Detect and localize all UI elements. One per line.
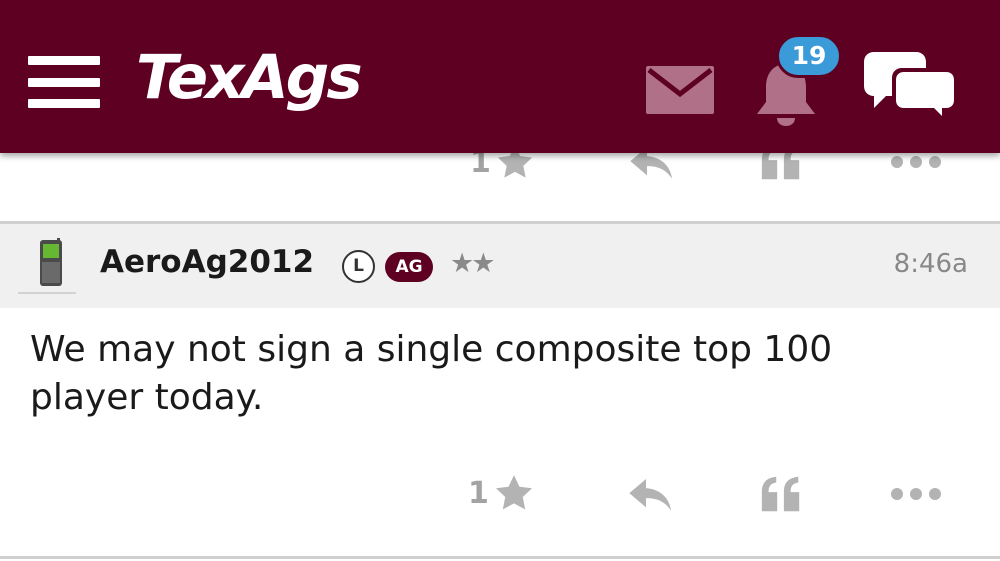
post-timestamp: 8:46a	[893, 249, 968, 279]
more-icon	[891, 488, 941, 500]
reply-icon	[629, 479, 671, 511]
post-divider	[0, 556, 1000, 559]
post-quote-button[interactable]	[758, 474, 804, 514]
hamburger-icon-line	[28, 56, 100, 65]
star-count: 1	[468, 475, 489, 511]
post-body-text: We may not sign a single composite top 1…	[30, 329, 833, 418]
l-badge: L	[342, 250, 375, 283]
notification-count-badge[interactable]: 19	[776, 34, 842, 78]
star-icon	[495, 475, 532, 510]
post-username[interactable]: AeroAg2012	[100, 244, 314, 280]
chat-bubbles-icon[interactable]	[864, 50, 958, 124]
post-reply-button[interactable]	[627, 474, 675, 514]
hamburger-icon-line	[28, 99, 100, 108]
user-rating-stars: ★★	[450, 248, 495, 279]
post-more-button[interactable]	[888, 474, 944, 514]
envelope-icon[interactable]	[646, 66, 714, 114]
post-star-button[interactable]: 1	[468, 472, 535, 514]
hamburger-menu-button[interactable]	[28, 56, 100, 108]
phone-avatar-icon[interactable]	[18, 238, 78, 296]
ag-badge: AG	[385, 252, 433, 282]
top-app-bar: TexAgs 19	[0, 0, 1000, 153]
texags-logo[interactable]: TexAgs	[136, 47, 363, 108]
quote-icon	[761, 476, 800, 512]
hamburger-icon-line	[28, 77, 100, 87]
